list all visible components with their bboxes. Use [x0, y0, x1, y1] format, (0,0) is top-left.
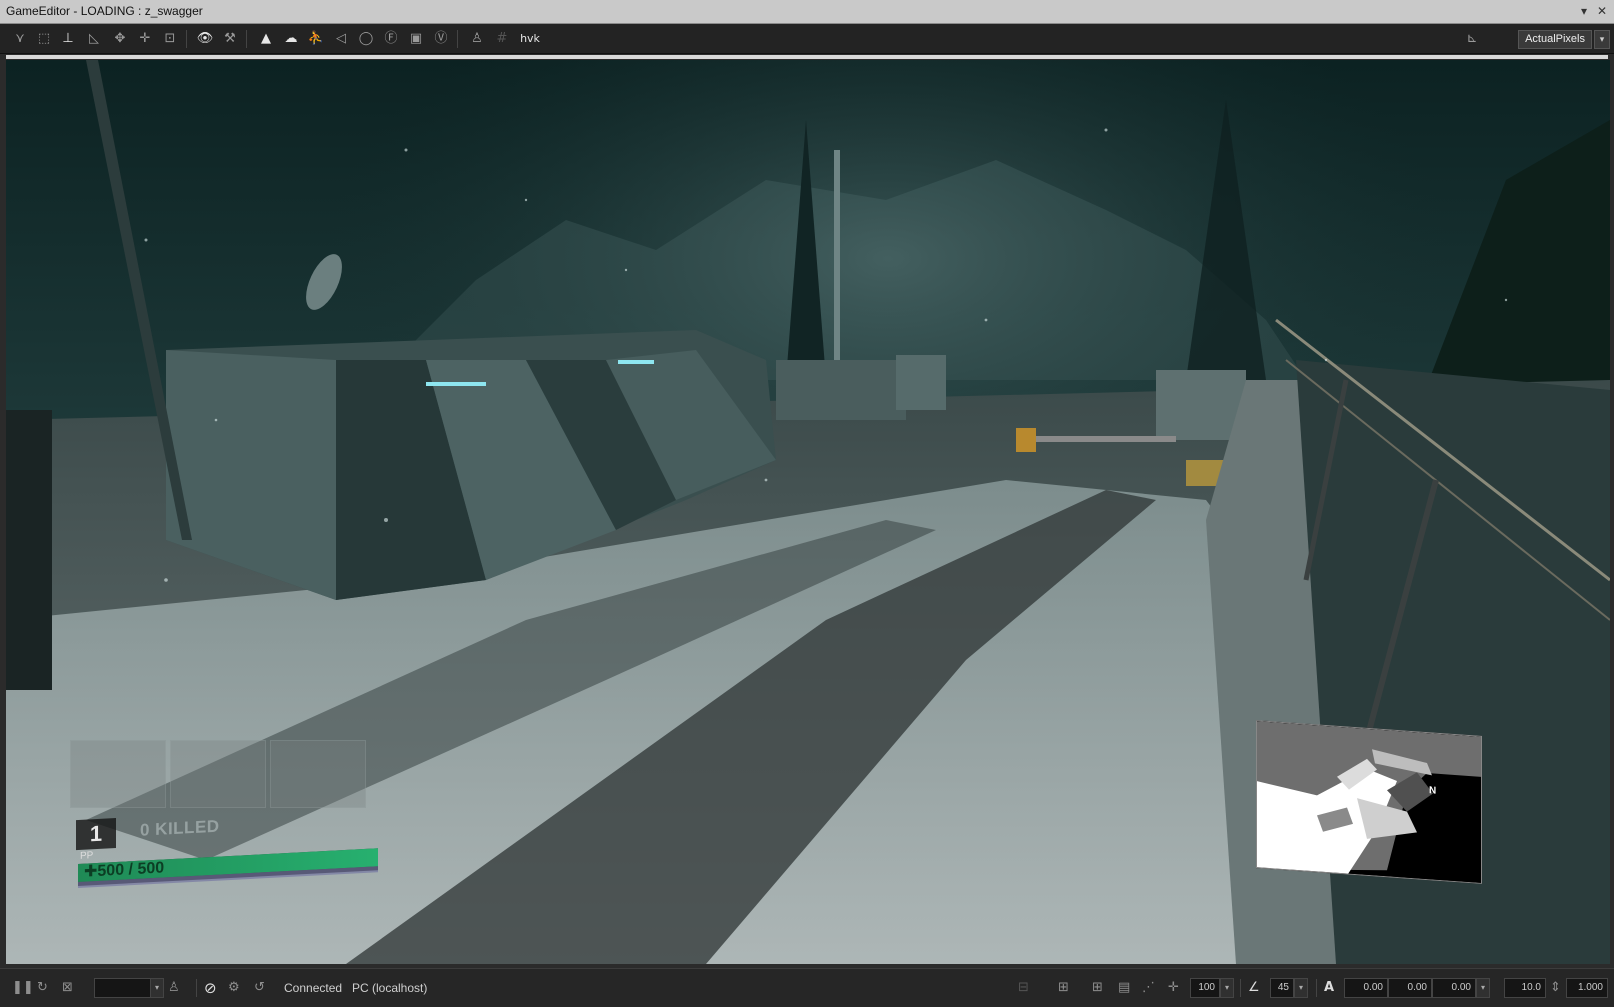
player-icon[interactable]: ♙ [168, 979, 180, 997]
toolbar-separator [457, 30, 458, 48]
coord-z-input[interactable]: 0.00 [1432, 978, 1476, 998]
grid-size-input[interactable]: 100 [1190, 978, 1220, 998]
window-icon[interactable]: ▣ [406, 29, 426, 49]
axis-tool-icon[interactable]: ⊥ [58, 29, 78, 49]
angle-snap-input[interactable]: 45 [1270, 978, 1294, 998]
marquee-tool-icon[interactable]: ⬚ [34, 29, 54, 49]
coord-y-input[interactable]: 0.00 [1388, 978, 1432, 998]
toolbar-separator [186, 30, 187, 48]
close-button[interactable]: ✕ [1594, 3, 1610, 19]
settings-gear-icon[interactable]: ⚙ [228, 979, 240, 997]
sound-icon[interactable]: ◁ [331, 29, 351, 49]
minimap-north-label: N [1429, 785, 1436, 796]
weapon-slots [70, 740, 370, 810]
havok-icon[interactable]: hvk [518, 29, 542, 49]
weapon-slot [70, 740, 166, 808]
scale-icon[interactable]: ⇕ [1550, 979, 1561, 997]
status-bar: ❚❚ ↻ ⊠ ▾ ♙ ⊘ ⚙ ↺ Connected PC (localhost… [0, 968, 1614, 1007]
grid-icon[interactable]: # [492, 29, 512, 49]
wrench-icon[interactable]: ⚒ [220, 29, 240, 49]
grid-snap-icon[interactable]: ✛ [1168, 979, 1179, 997]
angle-tool-icon[interactable]: ◺ [84, 29, 104, 49]
layout-icon[interactable]: ⊞ [1058, 979, 1069, 997]
window-title: GameEditor - LOADING : z_swagger [6, 4, 203, 18]
stop-icon[interactable]: ⊠ [62, 979, 73, 997]
frame-input[interactable] [94, 978, 152, 998]
kill-counter: 0 KILLED [140, 816, 220, 840]
tree-view-icon[interactable]: ⊞ [1092, 979, 1103, 997]
statusbar-separator [196, 979, 197, 997]
coord-x-input[interactable]: 0.00 [1344, 978, 1388, 998]
reconnect-icon[interactable]: ↺ [254, 979, 265, 997]
cloud-icon[interactable]: ☁ [281, 29, 301, 49]
game-viewport[interactable]: 1 0 KILLED PP ✚500 / 500 N [6, 60, 1610, 964]
pivot-tool-icon[interactable]: ✛ [135, 29, 155, 49]
tree-icon[interactable]: ▲ [256, 29, 276, 49]
chevron-down-icon[interactable]: ▾ [1476, 978, 1490, 998]
list-icon[interactable]: ▤ [1118, 979, 1130, 997]
light-icon[interactable]: ◯ [356, 29, 376, 49]
title-bar: GameEditor - LOADING : z_swagger ▾ ✕ [0, 0, 1614, 24]
angle-snap-icon[interactable]: ∠ [1248, 979, 1260, 997]
select-tool-icon[interactable]: ⋎ [10, 29, 30, 49]
ruler-icon[interactable]: ⊾ [1462, 29, 1482, 49]
eye-icon[interactable]: 👁 [195, 29, 215, 49]
weapon-slot [270, 740, 366, 808]
chevron-down-icon[interactable]: ▾ [1294, 978, 1308, 998]
refresh-icon[interactable]: ↻ [37, 979, 48, 997]
weapon-slot [170, 740, 266, 808]
view-mode-select[interactable]: ActualPixels [1518, 30, 1592, 49]
spawn-icon[interactable]: ♙ [467, 29, 487, 49]
camera-icon[interactable]: ⊟ [1018, 979, 1029, 997]
pp-label: PP [80, 850, 94, 862]
scale-input[interactable]: 1.000 [1566, 978, 1608, 998]
loading-strip [6, 55, 1608, 59]
speed-input[interactable]: 10.0 [1504, 978, 1546, 998]
volume-icon[interactable]: Ⓥ [431, 29, 451, 49]
coordinate-icon: A [1324, 980, 1335, 995]
chevron-down-icon[interactable]: ▾ [1220, 978, 1234, 998]
snap-tool-icon[interactable]: ⊡ [160, 29, 180, 49]
chevron-down-icon[interactable]: ▾ [150, 978, 164, 998]
fx-icon[interactable]: Ⓕ [381, 29, 401, 49]
pause-icon[interactable]: ❚❚ [12, 979, 34, 997]
minimap-render: N [1257, 721, 1482, 884]
no-entry-icon[interactable]: ⊘ [204, 979, 217, 997]
connection-status: Connected [284, 981, 343, 995]
main-toolbar: ⋎ ⬚ ⊥ ◺ ✥ ✛ ⊡ 👁 ⚒ ▲ ☁ ⛹ ◁ ◯ Ⓕ ▣ Ⓥ ♙ # hv… [0, 24, 1614, 54]
minimap: N [1256, 720, 1482, 884]
snap-point-icon[interactable]: ⋰ [1142, 979, 1155, 997]
statusbar-separator [1316, 979, 1317, 997]
target-platform: PC (localhost) [352, 981, 428, 995]
window-menu-button[interactable]: ▾ [1576, 3, 1592, 19]
chevron-down-icon[interactable]: ▾ [1594, 30, 1610, 49]
slot-number: 1 [76, 817, 116, 851]
move-tool-icon[interactable]: ✥ [110, 29, 130, 49]
statusbar-separator [1240, 979, 1241, 997]
toolbar-separator [246, 30, 247, 48]
character-icon[interactable]: ⛹ [306, 29, 326, 49]
